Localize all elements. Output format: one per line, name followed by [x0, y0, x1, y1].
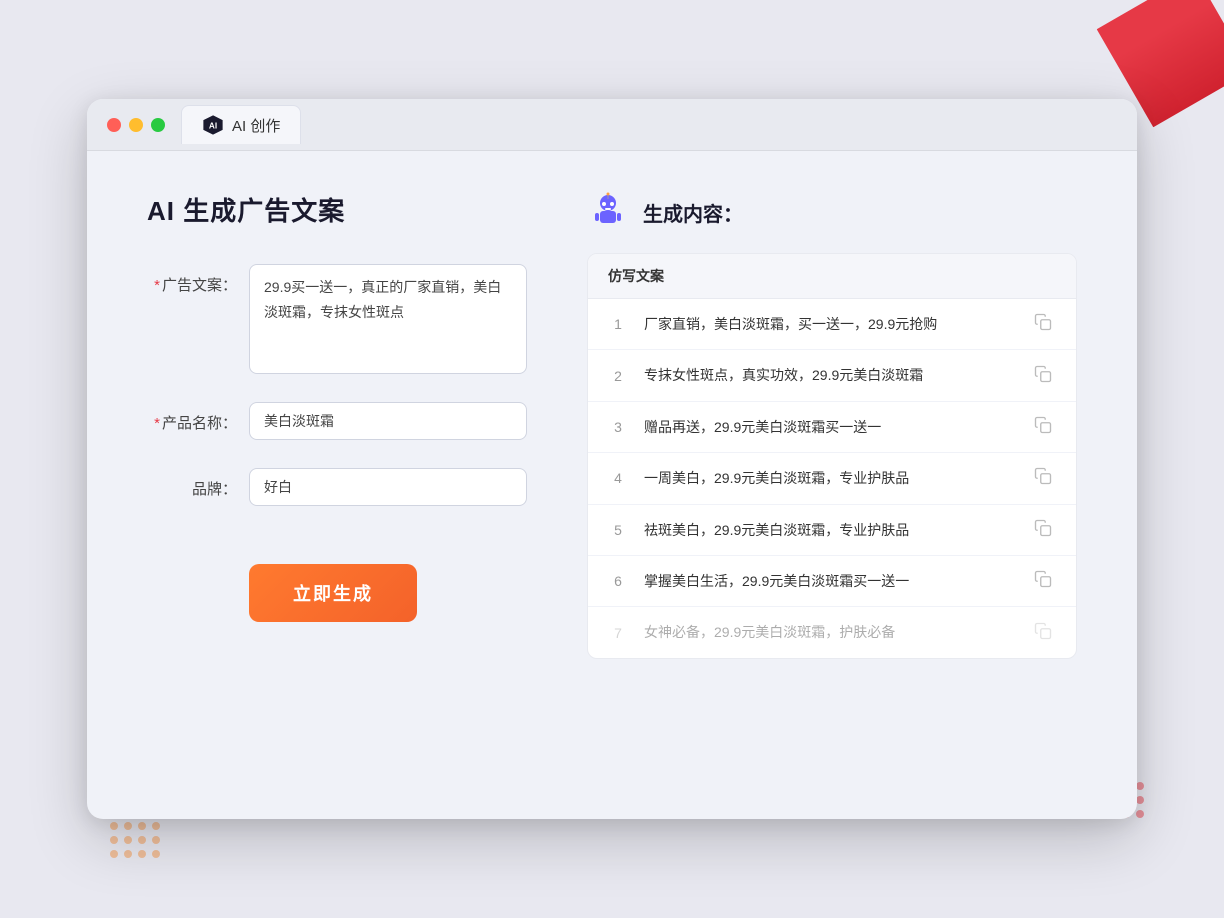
right-header: 生成内容： [587, 191, 1077, 233]
table-row: 1 厂家直销，美白淡斑霜，买一送一，29.9元抢购 [588, 299, 1076, 350]
right-panel: 生成内容： 仿写文案 1 厂家直销，美白淡斑霜，买一送一，29.9元抢购 2 专抹女性… [587, 191, 1077, 771]
traffic-lights [107, 118, 165, 132]
right-title: 生成内容： [643, 198, 743, 227]
browser-tab[interactable]: AI AI 创作 [181, 105, 301, 144]
page-title: AI 生成广告文案 [147, 191, 527, 228]
brand-input[interactable] [249, 468, 527, 506]
row-text: 厂家直销，美白淡斑霜，买一送一，29.9元抢购 [644, 313, 1018, 335]
ad-copy-input[interactable] [249, 264, 527, 374]
brand-group: 品牌： [147, 468, 527, 506]
results-rows: 1 厂家直销，美白淡斑霜，买一送一，29.9元抢购 2 专抹女性斑点，真实功效，29.… [588, 299, 1076, 658]
row-text: 赠品再送，29.9元美白淡斑霜买一送一 [644, 416, 1018, 438]
copy-icon[interactable] [1034, 519, 1056, 541]
robot-icon [587, 191, 629, 233]
copy-icon[interactable] [1034, 622, 1056, 644]
ad-copy-group: *广告文案： [147, 264, 527, 374]
row-number: 5 [608, 522, 628, 538]
table-header: 仿写文案 [588, 254, 1076, 299]
required-mark-1: * [154, 277, 160, 294]
row-number: 7 [608, 625, 628, 641]
row-text: 一周美白，29.9元美白淡斑霜，专业护肤品 [644, 467, 1018, 489]
dot-decoration-left [110, 822, 160, 858]
copy-icon[interactable] [1034, 416, 1056, 438]
table-row: 5 祛斑美白，29.9元美白淡斑霜，专业护肤品 [588, 505, 1076, 556]
left-panel: AI 生成广告文案 *广告文案： *产品名称： 品牌： 立即生成 [147, 191, 527, 771]
required-mark-2: * [154, 415, 160, 432]
table-row: 7 女神必备，29.9元美白淡斑霜，护肤必备 [588, 607, 1076, 657]
table-row: 6 掌握美白生活，29.9元美白淡斑霜买一送一 [588, 556, 1076, 607]
title-bar: AI AI 创作 [87, 99, 1137, 151]
tab-label: AI 创作 [232, 115, 280, 136]
copy-icon[interactable] [1034, 467, 1056, 489]
copy-icon[interactable] [1034, 313, 1056, 335]
table-row: 2 专抹女性斑点，真实功效，29.9元美白淡斑霜 [588, 350, 1076, 401]
brand-label: 品牌： [147, 468, 237, 499]
row-number: 4 [608, 470, 628, 486]
row-text: 女神必备，29.9元美白淡斑霜，护肤必备 [644, 621, 1018, 643]
row-text: 掌握美白生活，29.9元美白淡斑霜买一送一 [644, 570, 1018, 592]
row-text: 祛斑美白，29.9元美白淡斑霜，专业护肤品 [644, 519, 1018, 541]
row-number: 1 [608, 316, 628, 332]
row-text: 专抹女性斑点，真实功效，29.9元美白淡斑霜 [644, 364, 1018, 386]
product-name-label: *产品名称： [147, 402, 237, 433]
product-name-group: *产品名称： [147, 402, 527, 440]
ai-tab-icon: AI [202, 114, 224, 136]
traffic-light-green[interactable] [151, 118, 165, 132]
content-area: AI 生成广告文案 *广告文案： *产品名称： 品牌： 立即生成 [87, 151, 1137, 811]
row-number: 6 [608, 573, 628, 589]
row-number: 3 [608, 419, 628, 435]
table-row: 3 赠品再送，29.9元美白淡斑霜买一送一 [588, 402, 1076, 453]
ad-copy-label: *广告文案： [147, 264, 237, 295]
table-row: 4 一周美白，29.9元美白淡斑霜，专业护肤品 [588, 453, 1076, 504]
product-name-input[interactable] [249, 402, 527, 440]
traffic-light-yellow[interactable] [129, 118, 143, 132]
copy-icon[interactable] [1034, 365, 1056, 387]
copy-icon[interactable] [1034, 570, 1056, 592]
browser-window: AI AI 创作 AI 生成广告文案 *广告文案： *产品名称： [87, 99, 1137, 819]
generate-button[interactable]: 立即生成 [249, 564, 417, 622]
row-number: 2 [608, 368, 628, 384]
svg-text:AI: AI [209, 122, 217, 131]
traffic-light-red[interactable] [107, 118, 121, 132]
results-table: 仿写文案 1 厂家直销，美白淡斑霜，买一送一，29.9元抢购 2 专抹女性斑点，真实功… [587, 253, 1077, 659]
